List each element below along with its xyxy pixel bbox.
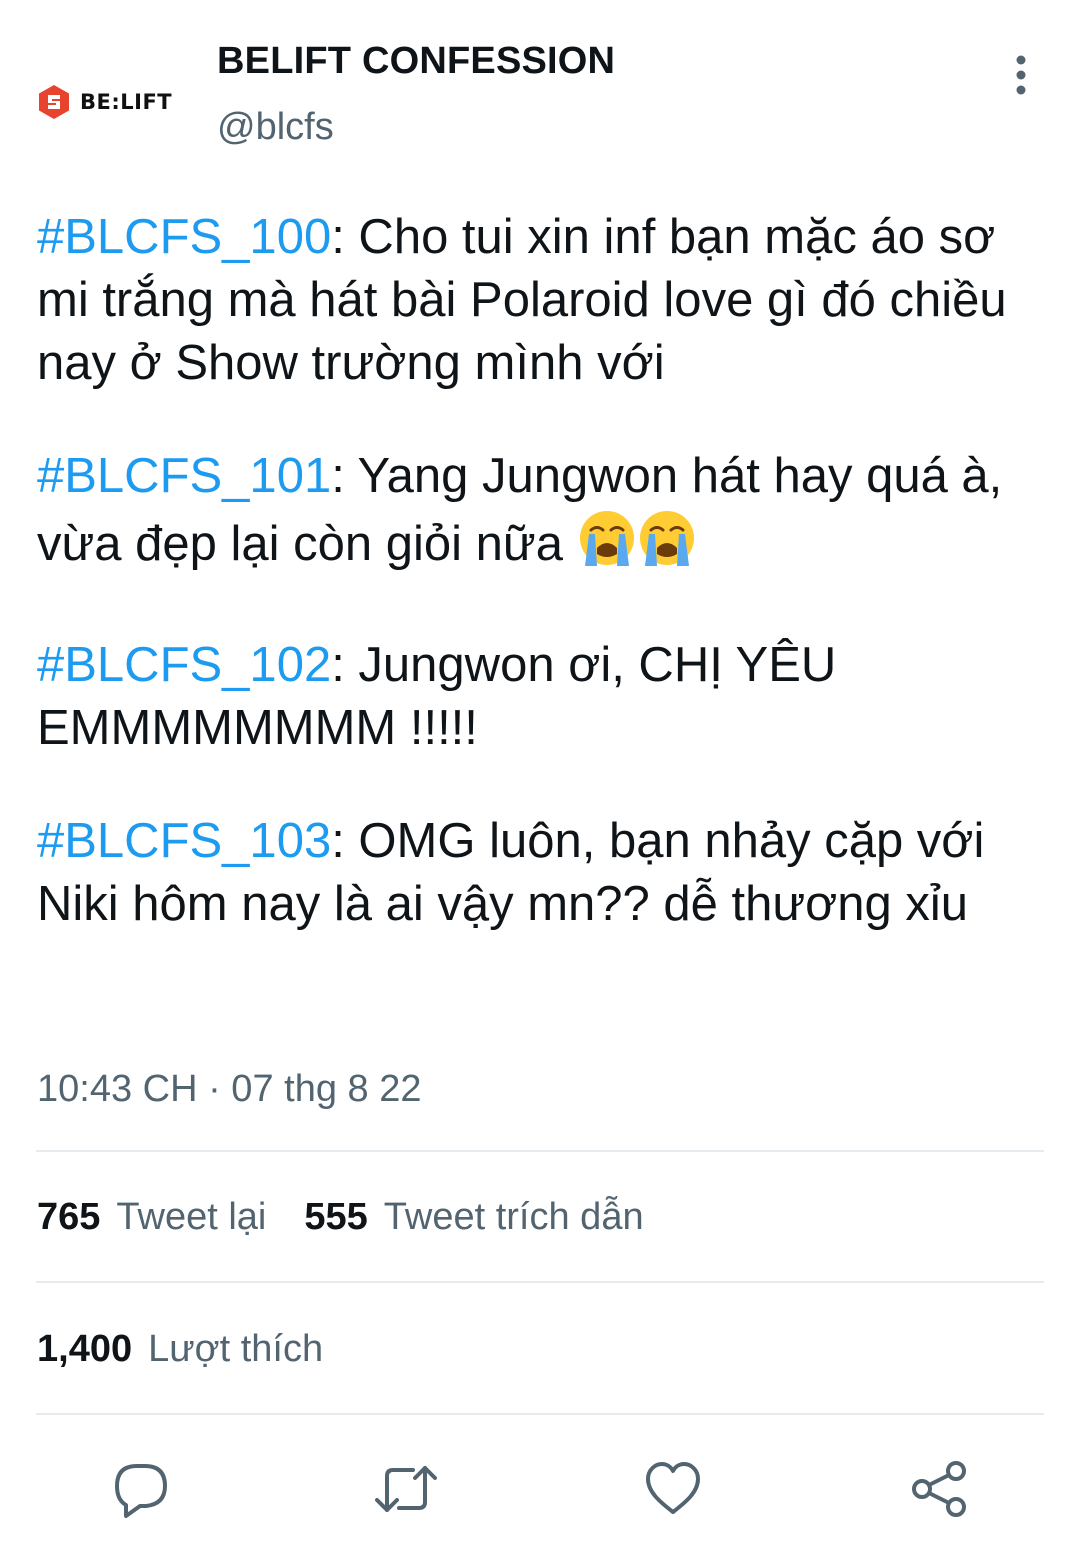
confession-paragraph: #BLCFS_100: Cho tui xin inf bạn mặc áo s… [37,206,1047,395]
quotes-count: 555 [304,1196,368,1238]
confession-paragraph: #BLCFS_101: Yang Jungwon hát hay quá à, … [37,445,1047,584]
retweet-button[interactable] [371,1454,441,1524]
divider [36,1413,1044,1415]
likes-label: Lượt thích [148,1328,324,1370]
confession-paragraph: #BLCFS_103: OMG luôn, bạn nhảy cặp với N… [37,810,1047,936]
likes-stat[interactable]: 1,400 Lượt thích [37,1328,323,1371]
quotes-label: Tweet trích dẫn [383,1196,644,1238]
reply-button[interactable] [106,1454,176,1524]
retweets-label: Tweet lại [116,1196,267,1238]
hashtag-link[interactable]: #BLCFS_100 [37,210,331,264]
like-button[interactable] [638,1454,708,1524]
user-handle[interactable]: @blcfs [217,106,334,149]
retweet-icon [375,1466,437,1512]
retweets-count: 765 [37,1196,101,1238]
hashtag-link[interactable]: #BLCFS_101 [37,449,331,503]
quotes-stat[interactable]: 555 Tweet trích dẫn [304,1196,643,1239]
loudly-crying-face-icon [577,508,637,584]
tweet-actions-bar [0,1448,1080,1528]
more-vertical-icon [1016,55,1026,95]
retweet-stats-row: 765 Tweet lại 555 Tweet trích dẫn [37,1196,644,1239]
likes-stats-row: 1,400 Lượt thích [37,1328,323,1371]
tweet-text: #BLCFS_100: Cho tui xin inf bạn mặc áo s… [37,206,1047,986]
likes-count: 1,400 [37,1328,133,1370]
hashtag-link[interactable]: #BLCFS_102 [37,638,331,692]
logo-text: BE:LIFT [80,90,173,114]
tweet-header: BE:LIFT BELIFT CONFESSION @blcfs [0,0,1080,170]
reply-icon [115,1464,167,1518]
hashtag-link[interactable]: #BLCFS_103 [37,814,331,868]
avatar[interactable]: BE:LIFT [36,78,192,126]
share-icon [912,1461,966,1517]
divider [36,1281,1044,1283]
confession-paragraph: #BLCFS_102: Jungwon ơi, CHỊ YÊU EMMMMMMM… [37,634,1047,760]
belift-logo-icon [39,85,69,119]
divider [36,1150,1044,1152]
heart-icon [646,1462,700,1514]
retweets-stat[interactable]: 765 Tweet lại [37,1196,266,1239]
display-name[interactable]: BELIFT CONFESSION [217,40,615,83]
share-button[interactable] [904,1454,974,1524]
more-options-button[interactable] [1006,52,1036,98]
tweet-timestamp[interactable]: 10:43 CH · 07 thg 8 22 [37,1068,421,1111]
loudly-crying-face-icon [637,508,697,584]
